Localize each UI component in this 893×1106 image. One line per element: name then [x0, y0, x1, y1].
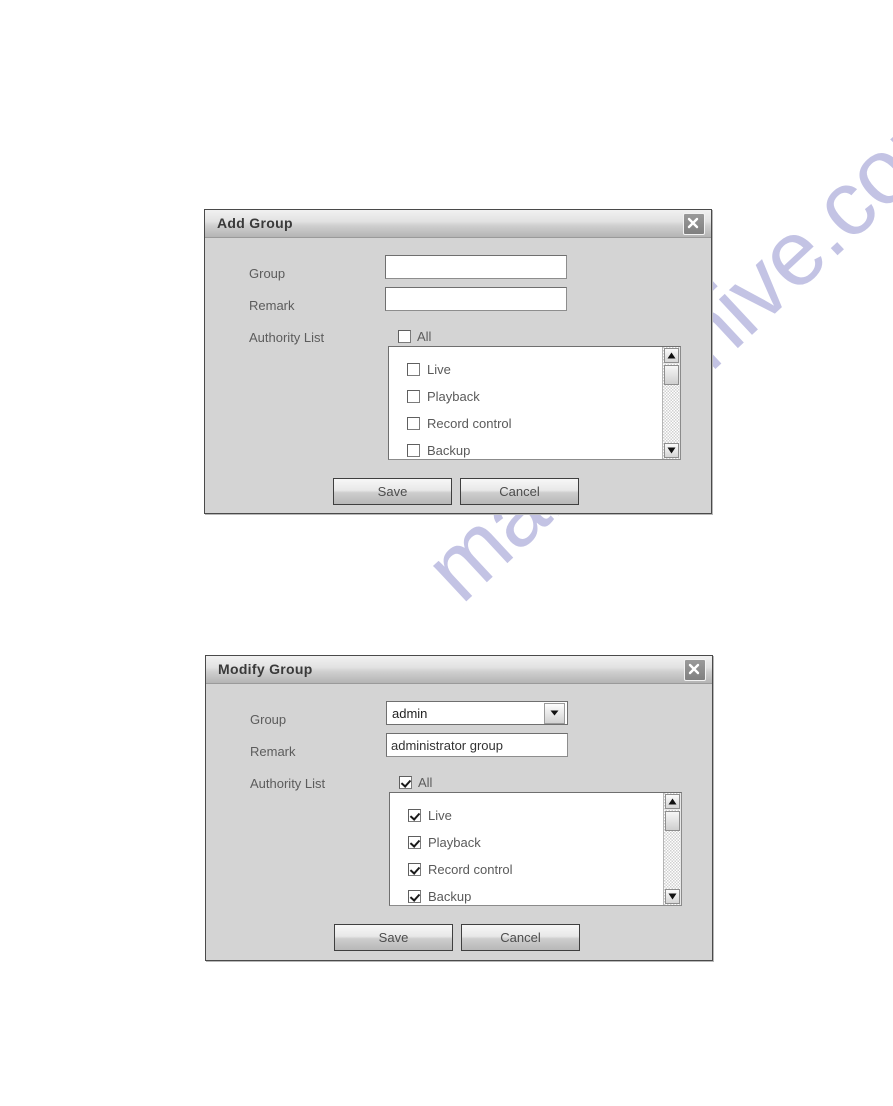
authority-listbox: Live Playback Record control Backup: [389, 792, 682, 906]
remark-label: Remark: [250, 744, 296, 759]
scrollbar-thumb[interactable]: [664, 365, 679, 385]
list-item[interactable]: Playback: [408, 829, 663, 856]
authority-list-items: Live Playback Record control Backup: [390, 793, 663, 905]
list-item[interactable]: Live: [407, 356, 662, 383]
dialog-title: Modify Group: [218, 661, 313, 677]
dialog-body: Group admin Remark Authority List All Li…: [206, 684, 712, 960]
authority-label: Live: [427, 362, 451, 377]
group-select-value: admin: [392, 705, 428, 721]
authority-list-label: Authority List: [249, 330, 325, 345]
authority-checkbox[interactable]: [408, 890, 421, 903]
authority-list-label: Authority List: [250, 776, 326, 791]
list-item[interactable]: Backup: [407, 437, 662, 459]
authority-list-items: Live Playback Record control Backup: [389, 347, 662, 459]
authority-checkbox[interactable]: [407, 444, 420, 457]
authority-checkbox[interactable]: [408, 809, 421, 822]
group-label: Group: [249, 266, 286, 281]
all-checkbox-label: All: [418, 775, 433, 790]
authority-checkbox[interactable]: [408, 836, 421, 849]
all-checkbox-row[interactable]: All: [399, 775, 432, 790]
vertical-scrollbar[interactable]: [662, 347, 680, 459]
authority-label: Playback: [428, 835, 481, 850]
cancel-button[interactable]: Cancel: [461, 924, 580, 951]
authority-label: Playback: [427, 389, 480, 404]
scrollbar-thumb[interactable]: [665, 811, 680, 831]
add-group-dialog: Add Group Group Remark Authority List Al…: [204, 209, 712, 514]
remark-label: Remark: [249, 298, 295, 313]
all-checkbox-row[interactable]: All: [398, 329, 431, 344]
authority-checkbox[interactable]: [407, 417, 420, 430]
scroll-up-button[interactable]: [664, 348, 679, 363]
list-item[interactable]: Backup: [408, 883, 663, 905]
all-checkbox[interactable]: [399, 776, 412, 789]
chevron-down-icon: [668, 893, 677, 900]
all-checkbox-label: All: [417, 329, 432, 344]
scroll-down-button[interactable]: [664, 443, 679, 458]
authority-checkbox[interactable]: [407, 363, 420, 376]
authority-checkbox[interactable]: [408, 863, 421, 876]
chevron-up-icon: [668, 798, 677, 805]
scroll-down-button[interactable]: [665, 889, 680, 904]
modify-group-dialog: Modify Group Group admin Remark Authorit…: [205, 655, 713, 961]
authority-label: Record control: [427, 416, 512, 431]
dialog-titlebar: Modify Group: [206, 656, 712, 684]
chevron-up-icon: [667, 352, 676, 359]
vertical-scrollbar[interactable]: [663, 793, 681, 905]
close-button[interactable]: [684, 659, 706, 681]
remark-input[interactable]: [386, 733, 568, 757]
remark-input[interactable]: [385, 287, 567, 311]
authority-label: Backup: [428, 889, 472, 904]
list-item[interactable]: Live: [408, 802, 663, 829]
authority-listbox: Live Playback Record control Backup: [388, 346, 681, 460]
all-checkbox[interactable]: [398, 330, 411, 343]
list-item[interactable]: Record control: [407, 410, 662, 437]
close-button[interactable]: [683, 213, 705, 235]
select-dropdown-button[interactable]: [544, 702, 565, 724]
scroll-up-button[interactable]: [665, 794, 680, 809]
save-button[interactable]: Save: [334, 924, 453, 951]
dialog-body: Group Remark Authority List All Live Pla…: [205, 238, 711, 513]
dialog-title: Add Group: [217, 215, 293, 231]
chevron-down-icon: [550, 710, 559, 716]
close-icon: [687, 217, 699, 229]
authority-label: Record control: [428, 862, 513, 877]
close-icon: [688, 663, 700, 675]
group-label: Group: [250, 712, 287, 727]
cancel-button[interactable]: Cancel: [460, 478, 579, 505]
authority-label: Backup: [427, 443, 471, 458]
authority-label: Live: [428, 808, 452, 823]
authority-checkbox[interactable]: [407, 390, 420, 403]
dialog-titlebar: Add Group: [205, 210, 711, 238]
group-input[interactable]: [385, 255, 567, 279]
group-select[interactable]: admin: [386, 701, 568, 725]
list-item[interactable]: Record control: [408, 856, 663, 883]
chevron-down-icon: [667, 447, 676, 454]
save-button[interactable]: Save: [333, 478, 452, 505]
list-item[interactable]: Playback: [407, 383, 662, 410]
